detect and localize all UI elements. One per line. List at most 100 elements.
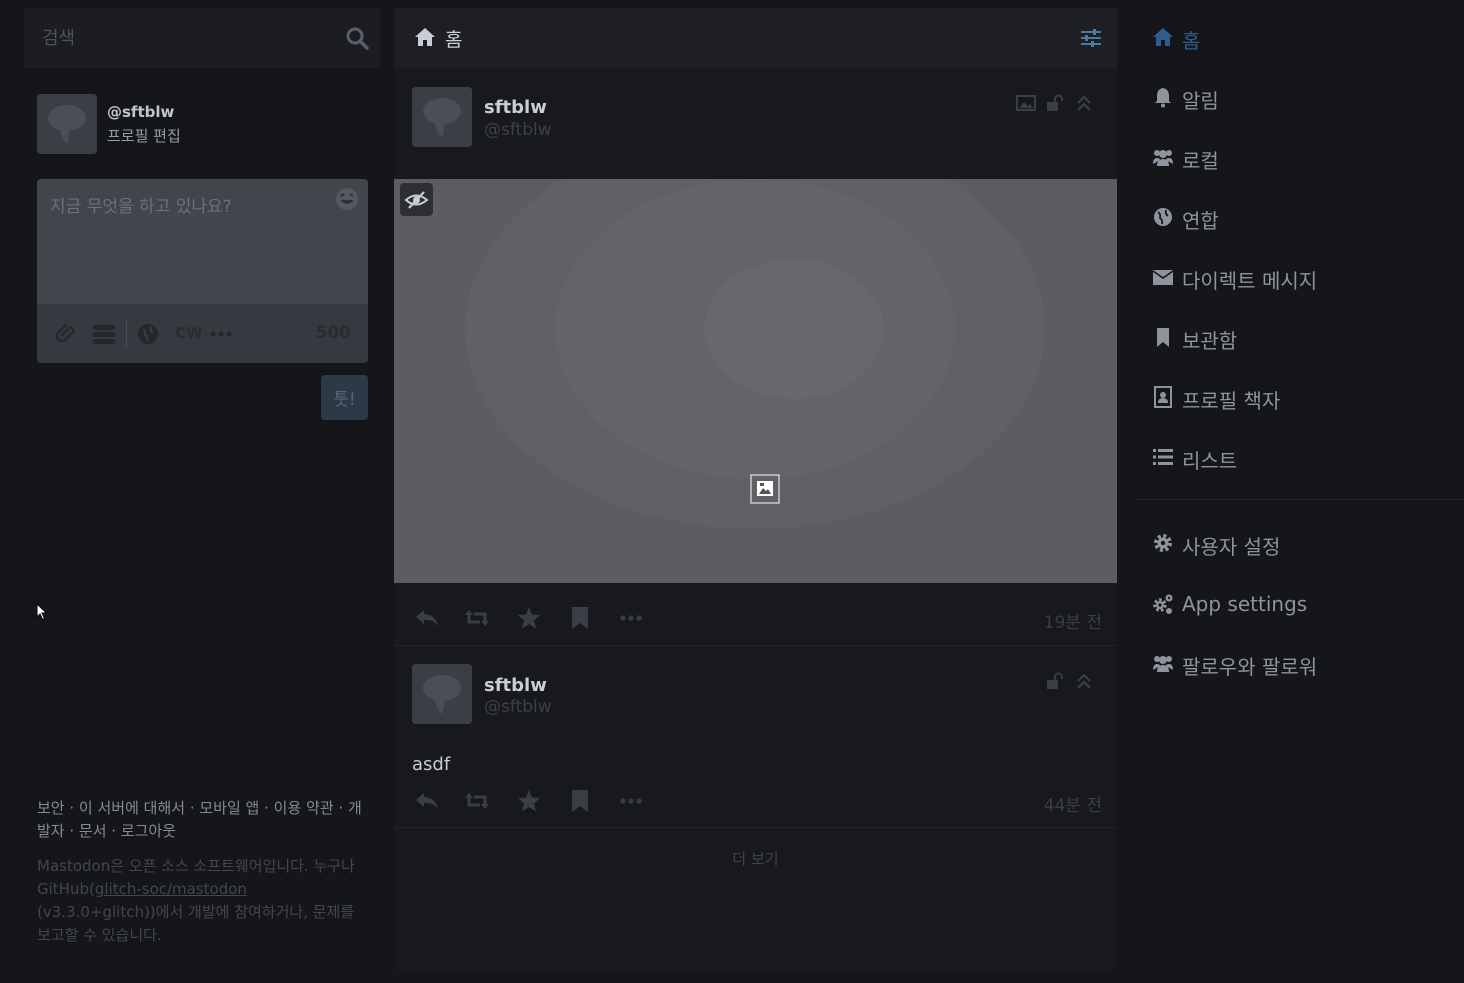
- avatar[interactable]: [37, 94, 97, 154]
- nav-item-notifications[interactable]: 알림: [1135, 78, 1464, 118]
- nav-item-home[interactable]: 홈: [1135, 18, 1464, 58]
- edit-profile-link[interactable]: 프로필 편집: [107, 125, 181, 146]
- footer-link[interactable]: 보안: [37, 799, 65, 817]
- users-icon: [1153, 150, 1173, 166]
- nav-label: 로컬: [1182, 149, 1219, 173]
- account-handle[interactable]: @sftblw: [484, 120, 552, 140]
- star-icon[interactable]: [516, 788, 542, 814]
- collapse-icon[interactable]: [1076, 94, 1092, 112]
- nav-item-local[interactable]: 로컬: [1135, 138, 1464, 178]
- nav-divider: [1135, 499, 1464, 500]
- display-name[interactable]: sftblw: [484, 675, 547, 696]
- status-action-bar: 44분 전: [412, 788, 1102, 818]
- load-more-button[interactable]: 더 보기: [394, 836, 1117, 882]
- nav-label: 사용자 설정: [1182, 535, 1281, 559]
- more-options-icon[interactable]: [618, 605, 644, 631]
- envelope-icon: [1152, 270, 1174, 285]
- source-repo-link[interactable]: glitch-soc/mastodon: [95, 880, 247, 898]
- mastodon-elephant-icon: [412, 664, 472, 724]
- nav-item-profile-directory[interactable]: 프로필 책자: [1135, 378, 1464, 418]
- hide-media-button[interactable]: [400, 183, 433, 216]
- nav-item-lists[interactable]: 리스트: [1135, 438, 1464, 478]
- nav-item-follows-followers[interactable]: 팔로우와 팔로워: [1135, 644, 1464, 684]
- nav-label: 홈: [1182, 29, 1201, 53]
- collapse-icon[interactable]: [1076, 672, 1092, 690]
- unlock-icon: [1047, 672, 1063, 689]
- mouse-cursor-icon: [36, 603, 48, 621]
- boost-icon[interactable]: [464, 605, 490, 631]
- search-icon[interactable]: [345, 26, 369, 50]
- column-header[interactable]: 홈: [394, 8, 1117, 68]
- bookmark-icon[interactable]: [567, 788, 593, 814]
- star-icon[interactable]: [516, 605, 542, 631]
- column-title: 홈: [445, 29, 463, 51]
- image-icon: [1016, 95, 1036, 111]
- nav-label: 팔로우와 팔로워: [1182, 655, 1318, 679]
- search-box: [24, 8, 380, 68]
- compose-textarea[interactable]: [37, 179, 368, 304]
- bell-icon: [1155, 88, 1171, 108]
- media-gallery[interactable]: [394, 179, 1117, 583]
- compose-toolbar: CW 500: [37, 304, 368, 363]
- status-timestamp[interactable]: 19분 전: [1044, 608, 1102, 633]
- toolbar-divider: [126, 320, 127, 348]
- footer-link[interactable]: 이 서버에 대해서: [79, 799, 185, 817]
- footer-link[interactable]: 모바일 앱: [199, 799, 259, 817]
- toot-button[interactable]: 툿!: [321, 375, 368, 420]
- media-preview-image: [394, 179, 1117, 583]
- cogs-icon: [1153, 594, 1173, 614]
- status-content: asdf: [412, 754, 451, 775]
- nav-label: 프로필 책자: [1182, 389, 1281, 413]
- mastodon-elephant-icon: [412, 87, 472, 147]
- nav-label: App settings: [1182, 592, 1308, 616]
- sliders-icon[interactable]: [1080, 28, 1102, 48]
- more-options-icon[interactable]: [209, 322, 233, 346]
- nav-item-direct-messages[interactable]: 다이렉트 메시지: [1135, 258, 1464, 298]
- footer-link[interactable]: 로그아웃: [121, 822, 176, 840]
- more-options-icon[interactable]: [618, 788, 644, 814]
- globe-icon[interactable]: [136, 322, 160, 346]
- footer-link[interactable]: 문서: [79, 822, 107, 840]
- footer-links: 보안 · 이 서버에 대해서 · 모바일 앱 · 이용 약관 · 개발자 · 문…: [37, 799, 362, 840]
- boost-icon[interactable]: [464, 788, 490, 814]
- avatar[interactable]: [412, 87, 472, 147]
- cog-icon: [1154, 534, 1172, 552]
- status-action-bar: 19분 전: [412, 605, 1102, 635]
- search-input[interactable]: [24, 8, 324, 68]
- nav-label: 알림: [1182, 89, 1219, 113]
- nav-item-bookmarks[interactable]: 보관함: [1135, 318, 1464, 358]
- unlock-icon: [1047, 94, 1063, 111]
- avatar[interactable]: [412, 664, 472, 724]
- nav-item-federated[interactable]: 연합: [1135, 198, 1464, 238]
- mastodon-elephant-icon: [37, 94, 97, 154]
- nav-item-user-settings[interactable]: 사용자 설정: [1135, 524, 1464, 564]
- broken-image-icon: [750, 474, 780, 504]
- account-handle[interactable]: @sftblw: [484, 697, 552, 717]
- reply-icon[interactable]: [414, 605, 440, 631]
- nav-label: 리스트: [1182, 449, 1238, 473]
- compose-form: CW 500: [37, 179, 368, 363]
- footer-about: Mastodon은 오픈 소스 소프트웨어입니다. 누구나 GitHub(gli…: [37, 857, 355, 944]
- poll-icon[interactable]: [92, 322, 116, 346]
- paperclip-icon[interactable]: [55, 322, 79, 346]
- users-icon: [1153, 656, 1173, 672]
- status-timestamp[interactable]: 44분 전: [1044, 791, 1102, 816]
- home-column: 홈 sftblw @sftblw 19분 전 sftblw @sftblw as…: [394, 8, 1117, 970]
- reply-icon[interactable]: [414, 788, 440, 814]
- home-icon: [1153, 28, 1173, 46]
- globe-icon: [1154, 208, 1172, 226]
- bookmark-icon[interactable]: [567, 605, 593, 631]
- display-name[interactable]: sftblw: [484, 97, 547, 118]
- account-handle[interactable]: @sftblw: [107, 103, 174, 121]
- nav-label: 보관함: [1182, 329, 1238, 353]
- home-icon: [415, 28, 435, 46]
- emoji-picker-icon[interactable]: [334, 186, 360, 212]
- address-book-icon: [1154, 386, 1172, 408]
- status-item: sftblw @sftblw 19분 전: [394, 76, 1117, 646]
- nav-item-app-settings[interactable]: App settings: [1135, 585, 1464, 625]
- list-icon: [1153, 449, 1173, 465]
- character-counter: 500: [315, 323, 352, 343]
- footer-link[interactable]: 이용 약관: [274, 799, 334, 817]
- nav-label: 연합: [1182, 209, 1219, 233]
- content-warning-button[interactable]: CW: [175, 324, 203, 342]
